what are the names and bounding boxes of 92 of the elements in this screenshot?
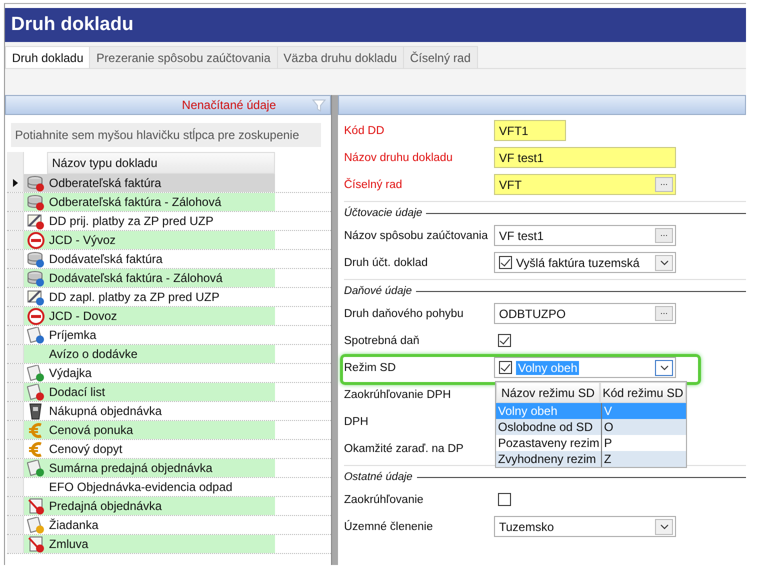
dropdown-button[interactable] <box>655 254 673 270</box>
splitter[interactable] <box>331 95 338 565</box>
chevron-down-icon <box>660 364 668 370</box>
table-cell[interactable]: Dodávateľská faktúra - Zálohová <box>47 269 275 287</box>
field-label: Kód DD <box>344 124 386 136</box>
tab[interactable]: Väzba druhu dokladu <box>276 46 404 68</box>
dropdown-field[interactable]: Vyšlá faktúra tuzemská <box>494 252 676 273</box>
dropdown-option[interactable]: Zvyhodneny rezim Z <box>496 451 686 467</box>
dropdown-button[interactable] <box>655 360 673 376</box>
checkbox[interactable] <box>499 256 512 269</box>
table-cell[interactable]: DD prij. platby za ZP pred UZP <box>47 212 275 230</box>
field-label: Názov druhu dokladu <box>344 152 454 164</box>
document-icon <box>26 364 44 382</box>
browse-button[interactable]: ... <box>655 306 673 321</box>
lookup-field[interactable]: VFT ... <box>494 174 676 195</box>
field-value: ODBTUZPO <box>499 306 567 320</box>
dropdown-field[interactable]: Tuzemsko <box>494 516 676 537</box>
option-code: O <box>603 419 614 435</box>
option-name: Oslobodne od SD <box>496 419 602 435</box>
table-cell[interactable]: Odberateľská faktúra - Zálohová <box>47 193 275 211</box>
panel-status: Nenačítané údaje <box>182 98 276 112</box>
dropdown-option[interactable]: Oslobodne od SD O <box>496 419 686 435</box>
field-label: Číselný rad <box>344 178 404 190</box>
field-value: VFT <box>499 178 523 192</box>
table-cell[interactable]: JCD - Vývoz <box>47 231 275 249</box>
document-icon <box>26 516 44 534</box>
table-cell[interactable]: Dodací list <box>47 383 275 401</box>
field-value: Vyšlá faktúra tuzemská <box>516 256 641 270</box>
column-header[interactable]: Kód režimu SD <box>600 382 686 403</box>
field-label: Okamžité zaraď. na DP <box>344 442 465 454</box>
column-header[interactable]: Názov typu dokladu <box>47 152 275 174</box>
pen-icon <box>26 212 44 230</box>
tab[interactable]: Prezeranie spôsobu zaúčtovania <box>89 46 278 68</box>
text-field[interactable]: VFT1 <box>494 120 566 141</box>
chevron-down-icon <box>660 524 668 530</box>
table-cell[interactable]: EFO Objednávka-evidencia odpad <box>47 478 275 496</box>
icon-cell <box>24 345 47 363</box>
table-cell[interactable]: Avízo o dodávke <box>47 345 275 363</box>
phone-icon <box>26 402 44 420</box>
table-cell[interactable]: DD zapl. platby za ZP pred UZP <box>47 288 275 306</box>
table-cell[interactable]: Predajná objednávka <box>47 497 275 515</box>
browse-button[interactable]: ... <box>655 177 673 192</box>
lookup-field[interactable]: ODBTUZPO ... <box>494 303 676 324</box>
option-code: P <box>603 435 614 451</box>
field-label: Zaokrúhľovanie DPH <box>344 388 452 400</box>
table-cell[interactable]: Dodávateľská faktúra <box>47 250 275 268</box>
window-title: Druh dokladu <box>11 14 134 36</box>
euro-icon <box>26 440 44 458</box>
section-title: Účtovacie údaje <box>344 207 422 219</box>
option-code: Z <box>603 451 612 467</box>
table-cell[interactable]: Cenový dopyt <box>47 440 275 458</box>
option-name: Zvyhodneny rezim <box>496 451 602 467</box>
field-value: VF test1 <box>499 228 545 242</box>
checkbox[interactable] <box>498 334 511 347</box>
text-field[interactable]: VF test1 <box>494 147 676 168</box>
document-icon <box>26 326 44 344</box>
field-label: Spotrebná daň <box>344 334 420 346</box>
section-title: Ostatné údaje <box>344 471 412 483</box>
group-by-area[interactable]: Potiahnite sem myšou hlavičku stĺpca pre zoskupenie <box>11 123 321 147</box>
checkbox[interactable] <box>498 493 511 506</box>
row-header[interactable] <box>7 174 24 192</box>
table-cell[interactable]: Cenová ponuka <box>47 421 275 439</box>
field-label: Názov spôsobu zaúčtovania <box>344 230 489 242</box>
table-cell[interactable]: Nákupná objednávka <box>47 402 275 420</box>
field-label: Druh účt. doklad <box>344 256 429 268</box>
table-cell[interactable]: Žiadanka <box>47 516 275 534</box>
option-code: V <box>603 403 614 419</box>
tab[interactable]: Číselný rad <box>402 46 478 68</box>
field-label: Režim SD <box>344 362 397 374</box>
field-label: Zaokrúhľovanie <box>344 494 424 506</box>
checkbox[interactable] <box>499 361 512 374</box>
table-cell[interactable]: Zmluva <box>47 535 275 553</box>
dropdown-button[interactable] <box>655 518 673 534</box>
table-cell[interactable]: Odberateľská faktúra <box>47 174 275 192</box>
table-cell[interactable]: Sumárna predajná objednávka <box>47 459 275 477</box>
filter-icon[interactable] <box>312 98 326 112</box>
column-header[interactable]: Názov režimu SD <box>496 382 600 403</box>
chevron-down-icon <box>660 260 668 266</box>
field-value: Tuzemsko <box>499 520 555 534</box>
row-header-corner <box>7 152 24 174</box>
table-cell[interactable]: Príjemka <box>47 326 275 344</box>
section-title: Daňové údaje <box>344 285 412 297</box>
field-label: DPH <box>344 416 370 428</box>
pen-icon <box>26 288 44 306</box>
browse-button[interactable]: ... <box>655 228 673 243</box>
table-cell[interactable]: Výdajka <box>47 364 275 382</box>
field-label: Územné členenie <box>344 520 434 532</box>
table-cell[interactable]: JCD - Dovoz <box>47 307 275 325</box>
field-value: Volny obeh <box>516 360 580 374</box>
tab[interactable]: Druh dokladu <box>5 46 90 68</box>
field-label: Druh daňového pohybu <box>344 308 465 320</box>
lookup-field[interactable]: VF test1 ... <box>494 225 676 246</box>
